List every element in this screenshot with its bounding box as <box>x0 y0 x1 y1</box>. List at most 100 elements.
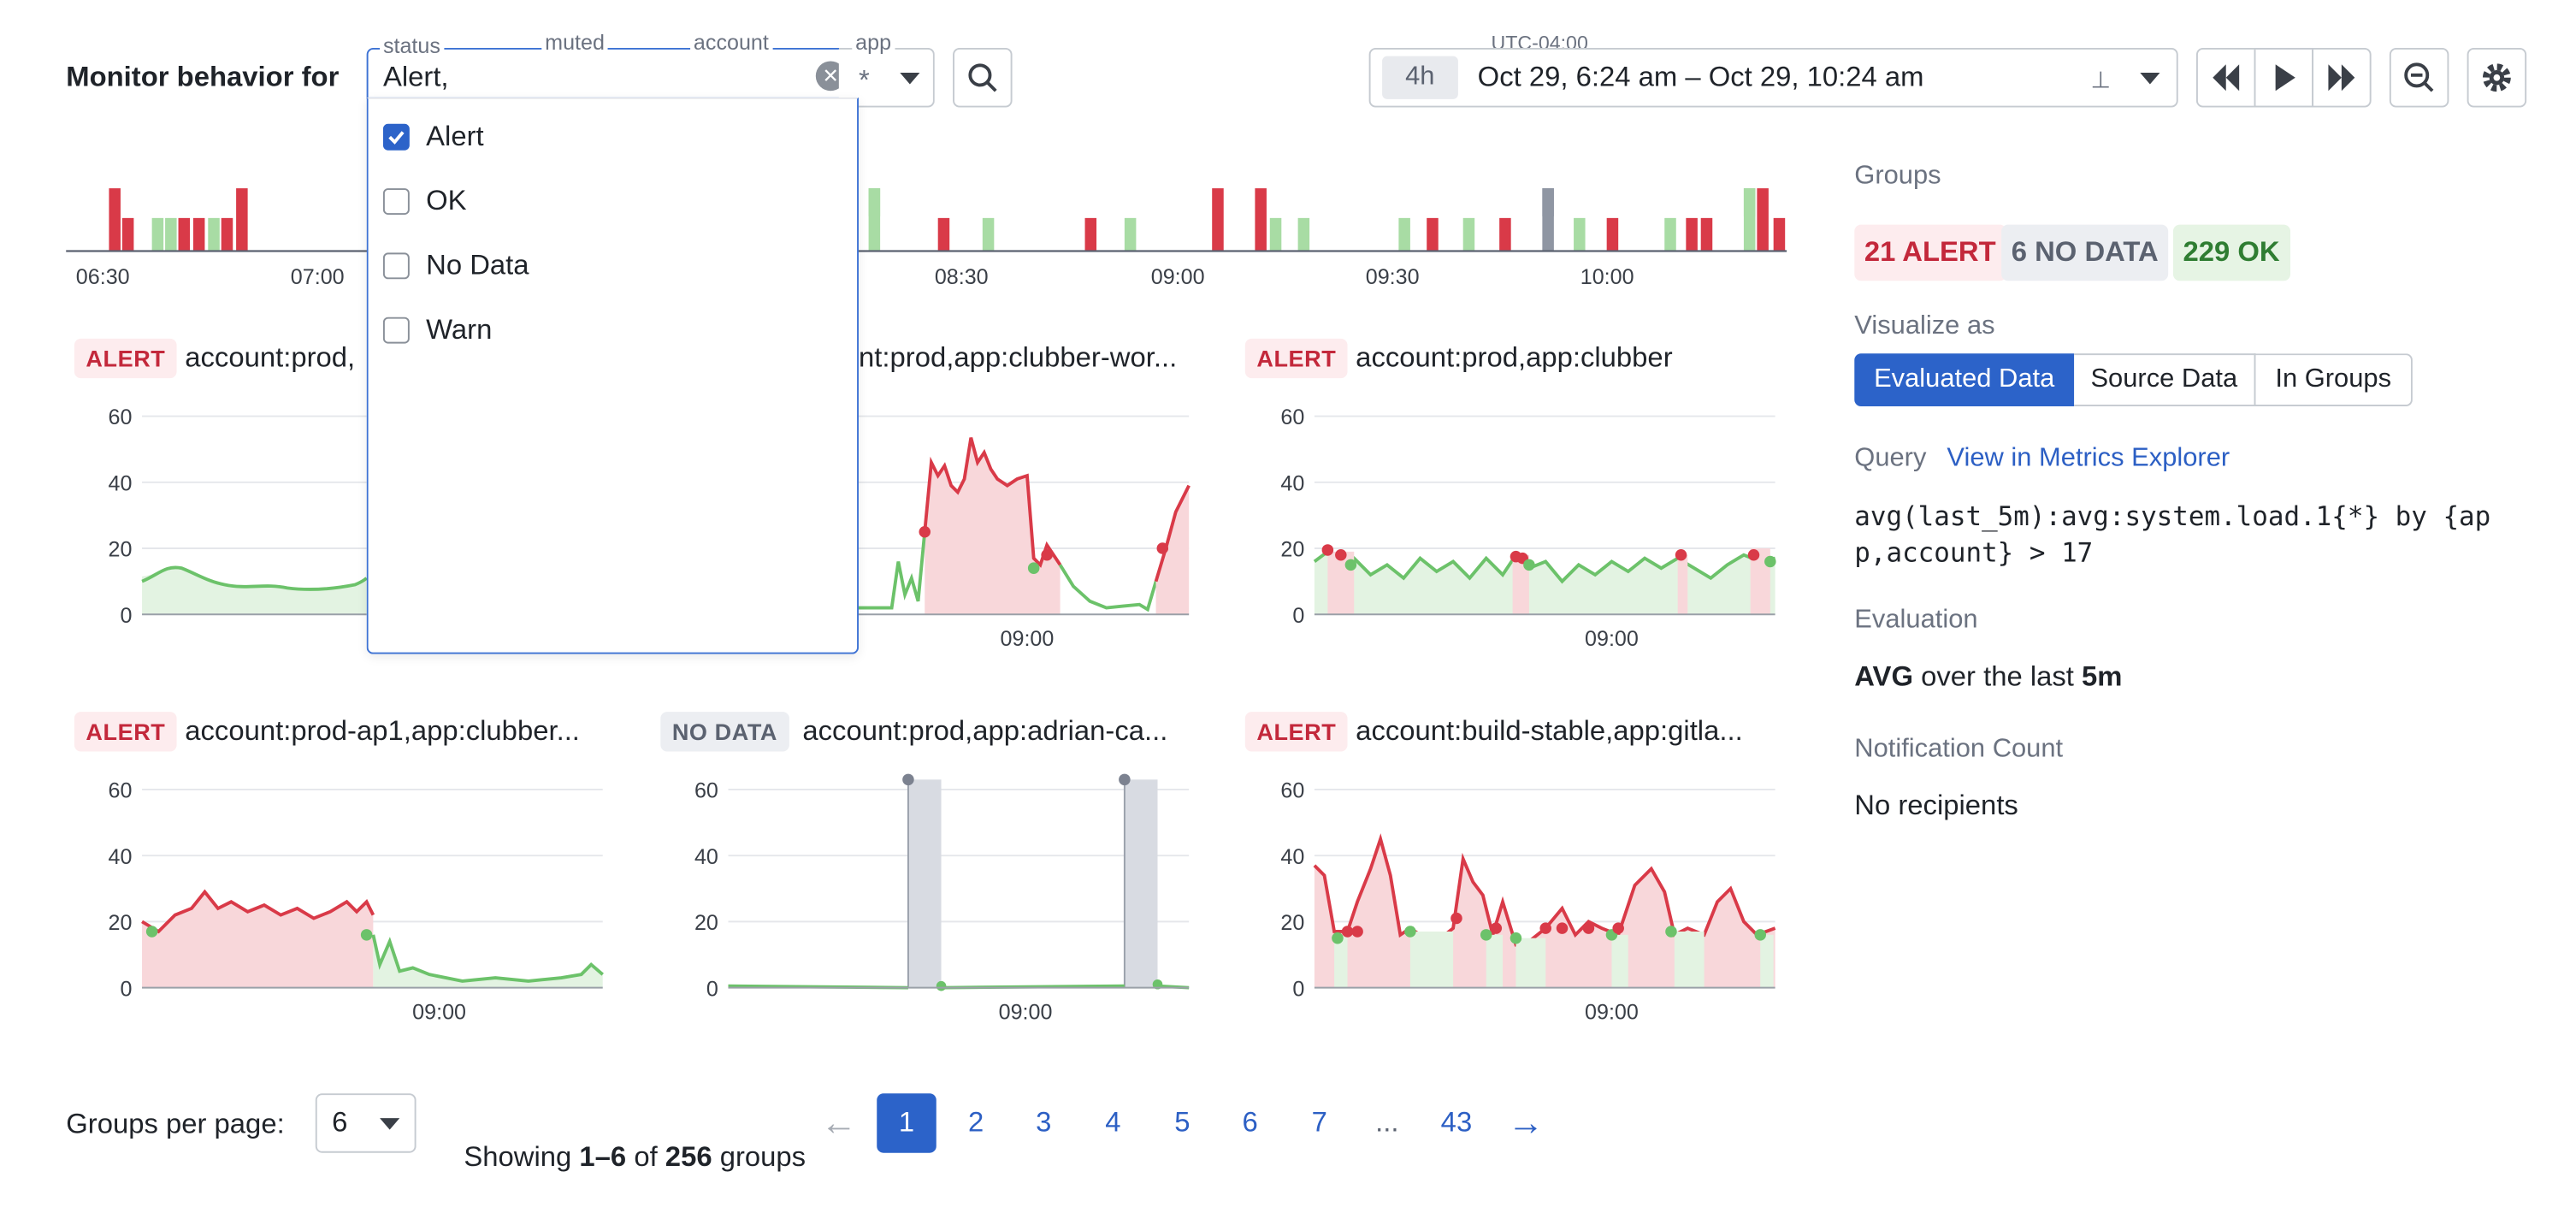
status-option-alert[interactable]: Alert <box>382 120 484 154</box>
chevron-down-icon <box>900 71 920 84</box>
evaluation-text: AVG over the last 5m <box>1854 660 2122 694</box>
checkbox-icon[interactable] <box>382 317 410 344</box>
x-tick: 09:00 <box>1585 627 1639 651</box>
notification-value: No recipients <box>1854 789 2018 821</box>
search-button[interactable] <box>953 47 1013 108</box>
status-option-ok[interactable]: OK <box>382 185 467 218</box>
status-option-label: Alert <box>426 120 484 152</box>
y-tick: 60 <box>109 405 133 429</box>
muted-filter-label: muted <box>541 29 608 55</box>
timeline-bar <box>192 217 205 251</box>
page-6[interactable]: 6 <box>1220 1093 1280 1153</box>
fast-forward-icon <box>2328 64 2355 92</box>
pin-icon[interactable]: ⊥ <box>2090 66 2111 94</box>
status-badge: ALERT <box>74 712 177 752</box>
y-tick: 20 <box>1280 538 1304 562</box>
metrics-explorer-link[interactable]: View in Metrics Explorer <box>1947 444 2230 474</box>
timeline-bar <box>982 217 995 251</box>
timeline-bar <box>1542 188 1554 216</box>
evaluation-aggregation: AVG <box>1854 660 1913 693</box>
status-option-no-data[interactable]: No Data <box>382 249 529 283</box>
checkbox-icon[interactable] <box>382 252 410 280</box>
panel-title[interactable]: account:prod,app:adrian-ca... <box>802 715 1167 748</box>
timeline-bar <box>165 217 177 251</box>
timeline-bar <box>1084 217 1097 251</box>
panel-title[interactable]: account:prod, <box>185 342 355 376</box>
y-tick: 60 <box>1280 779 1304 803</box>
time-range-picker[interactable]: 4h Oct 29, 6:24 am – Oct 29, 10:24 am ⊥ <box>1368 47 2178 108</box>
panel-title[interactable]: account:prod-ap1,app:clubber... <box>185 715 580 748</box>
timeline-bar <box>1398 217 1410 251</box>
play-button[interactable] <box>2254 47 2314 108</box>
panel-chart[interactable]: 60 40 20 0 09:00 <box>66 770 627 1034</box>
y-tick: 40 <box>1280 471 1304 495</box>
timeline-chart[interactable]: 06:30 07:00 08:30 09:00 09:30 10:00 <box>0 165 1817 297</box>
status-filter-value[interactable]: Alert, <box>383 61 449 94</box>
y-tick: 0 <box>1292 604 1304 628</box>
next-page-arrow-icon[interactable]: → <box>1496 1093 1556 1153</box>
timeline-bar <box>937 217 950 251</box>
app-filter-label: app <box>852 29 895 55</box>
ok-count-badge[interactable]: 229 OK <box>2172 224 2290 281</box>
checkbox-checked-icon[interactable] <box>382 123 410 151</box>
prev-page-arrow-icon[interactable]: ← <box>809 1093 869 1153</box>
panel-chart[interactable]: 60 40 20 0 09:00 <box>1238 770 1799 1034</box>
per-page-label: Groups per page: <box>66 1108 285 1140</box>
chevron-down-icon[interactable] <box>2140 72 2160 85</box>
page-43[interactable]: 43 <box>1427 1093 1486 1153</box>
status-option-label: No Data <box>426 249 529 281</box>
visualize-source-data[interactable]: Source Data <box>2074 353 2256 406</box>
visualize-in-groups[interactable]: In Groups <box>2255 353 2413 406</box>
chevron-down-icon <box>380 1117 400 1129</box>
timeline-bar <box>1499 217 1511 251</box>
y-tick: 40 <box>694 845 718 869</box>
panel-chart[interactable]: 60 40 20 0 09:00 <box>653 770 1214 1034</box>
timeline-bar <box>1427 217 1439 251</box>
timeline-bar <box>121 217 134 251</box>
panel-title[interactable]: nt:prod,app:clubber-wor... <box>859 342 1177 376</box>
zoom-out-button[interactable] <box>2389 47 2449 108</box>
page-title: Monitor behavior for <box>66 61 340 93</box>
visualize-heading: Visualize as <box>1854 311 1995 340</box>
checkbox-icon[interactable] <box>382 188 410 216</box>
play-icon <box>2275 64 2295 92</box>
showing-summary: Showing 1–6 of 256 groups <box>433 1109 806 1207</box>
y-tick: 0 <box>120 604 132 628</box>
per-page-select[interactable]: 6 <box>315 1093 417 1153</box>
y-tick: 0 <box>706 977 718 1001</box>
nodata-count-badge[interactable]: 6 NO DATA <box>2001 224 2169 281</box>
page-3[interactable]: 3 <box>1014 1093 1074 1153</box>
timeline-bar <box>1255 188 1267 251</box>
evaluation-heading: Evaluation <box>1854 606 1978 635</box>
page-2[interactable]: 2 <box>946 1093 1006 1153</box>
query-text-line: avg(last_5m):avg:system.load.1{*} by {ap <box>1854 500 2491 532</box>
y-tick: 0 <box>120 977 132 1001</box>
timeline-bar <box>208 217 220 251</box>
panel-title[interactable]: account:build-stable,app:gitla... <box>1356 715 1743 748</box>
visualize-evaluated-data[interactable]: Evaluated Data <box>1854 353 2075 406</box>
query-text-line: p,account} > 17 <box>1854 536 2094 569</box>
y-tick: 60 <box>109 779 133 803</box>
x-tick: 09:00 <box>1585 1000 1639 1024</box>
settings-button[interactable] <box>2467 47 2527 108</box>
rewind-button[interactable] <box>2195 47 2256 108</box>
alert-count-badge[interactable]: 21 ALERT <box>1854 224 2006 281</box>
page-5[interactable]: 5 <box>1153 1093 1213 1153</box>
timeline-bar <box>1664 217 1676 251</box>
status-option-label: Warn <box>426 313 493 346</box>
y-tick: 20 <box>694 911 718 935</box>
per-page-value: 6 <box>332 1106 348 1139</box>
page-7[interactable]: 7 <box>1290 1093 1350 1153</box>
timeline-tick: 06:30 <box>76 265 130 289</box>
time-range-text: Oct 29, 6:24 am – Oct 29, 10:24 am <box>1477 61 1924 93</box>
timeline-tick: 09:00 <box>1151 265 1205 289</box>
panel-title[interactable]: account:prod,app:clubber <box>1356 342 1672 376</box>
y-tick: 0 <box>1292 977 1304 1001</box>
page-4[interactable]: 4 <box>1084 1093 1143 1153</box>
timeline-bar <box>236 188 248 251</box>
page-1[interactable]: 1 <box>877 1093 936 1153</box>
fast-forward-button[interactable] <box>2312 47 2372 108</box>
panel-chart[interactable]: 60 40 20 0 09:00 <box>1238 396 1799 660</box>
status-option-warn[interactable]: Warn <box>382 313 493 347</box>
panel-chart[interactable]: 09:00 <box>859 396 1205 660</box>
